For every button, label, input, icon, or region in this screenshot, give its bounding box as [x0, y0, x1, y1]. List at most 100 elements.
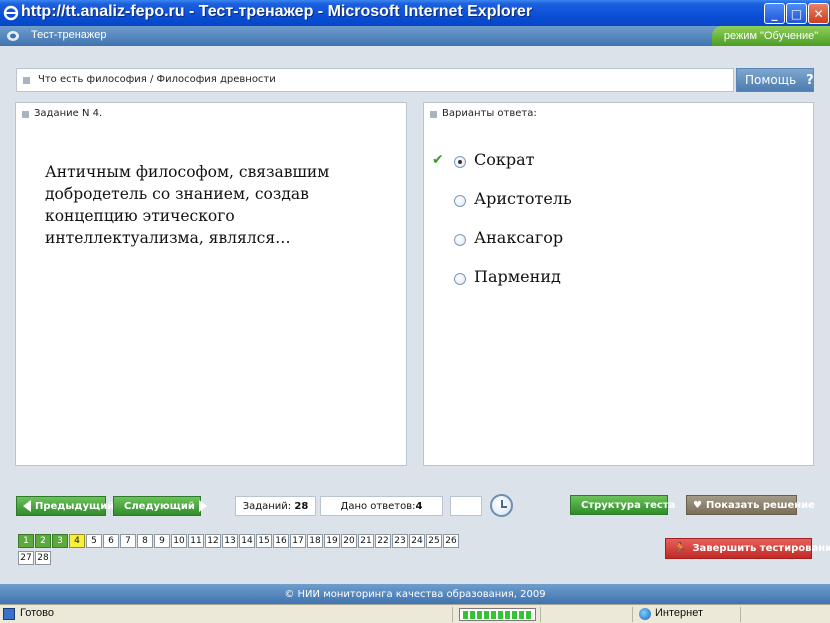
status-bar: Готово Интернет [0, 604, 830, 623]
progress-segment [491, 611, 496, 619]
task-nav-item[interactable]: 12 [205, 534, 221, 548]
answer-label: Аристотель [474, 189, 572, 208]
question-text: Античным философом, связавшим добродетел… [45, 163, 330, 247]
answers-label: Дано ответов: [340, 500, 416, 512]
task-nav-item[interactable]: 23 [392, 534, 408, 548]
task-nav-item[interactable]: 9 [154, 534, 170, 548]
window-title-bar[interactable]: http://tt.analiz-fepo.ru - Тест-тренажер… [0, 0, 830, 26]
progress-segment [526, 611, 531, 619]
task-nav-item[interactable]: 6 [103, 534, 119, 548]
progress-segment [463, 611, 468, 619]
task-nav-item[interactable]: 27 [18, 551, 34, 565]
answer-label: Анаксагор [474, 228, 564, 247]
task-nav-item[interactable]: 22 [375, 534, 391, 548]
answer-panel-header: Варианты ответа: [424, 103, 813, 125]
maximize-button[interactable]: □ [786, 3, 807, 24]
task-nav-item[interactable]: 4 [69, 534, 85, 548]
task-nav-item[interactable]: 24 [409, 534, 425, 548]
task-nav-item[interactable]: 25 [426, 534, 442, 548]
progress-segment [477, 611, 482, 619]
task-nav-item[interactable]: 10 [171, 534, 187, 548]
task-nav-item[interactable]: 26 [443, 534, 459, 548]
mode-badge: режим "Обучение" [712, 26, 830, 46]
task-nav-item[interactable]: 1 [18, 534, 34, 548]
task-nav-item[interactable]: 16 [273, 534, 289, 548]
answers-count-box: Дано ответов: 4 [320, 496, 443, 516]
status-text: Готово [20, 607, 54, 619]
task-nav-item[interactable]: 21 [358, 534, 374, 548]
page-icon [3, 608, 15, 620]
window-title: http://tt.analiz-fepo.ru - Тест-тренажер… [21, 3, 533, 20]
radio-button[interactable] [454, 234, 466, 246]
task-panel: Задание N 4. Античным философом, связавш… [15, 102, 407, 466]
finish-test-button[interactable]: 🏃 Завершить тестирование [665, 538, 830, 559]
app-title: Тест-тренажер [31, 29, 107, 41]
status-divider [452, 607, 453, 622]
footer-copyright: © НИИ мониторинга качества образования, … [0, 584, 830, 604]
task-nav-item[interactable]: 3 [52, 534, 68, 548]
show-solution-button[interactable]: ♥ Показать решение [686, 495, 815, 515]
progress-segment [512, 611, 517, 619]
next-button[interactable]: Следующий [113, 496, 207, 516]
progress-segment [519, 611, 524, 619]
task-nav-item[interactable]: 2 [35, 534, 51, 548]
bullet-icon [430, 111, 437, 118]
answers-title: Варианты ответа: [442, 108, 537, 119]
previous-button[interactable]: Предыдущий [16, 496, 114, 516]
globe-icon [639, 608, 651, 620]
progress-bar [459, 608, 536, 621]
task-nav-item[interactable]: 20 [341, 534, 357, 548]
structure-label: Структура теста [581, 499, 676, 511]
task-nav-item[interactable]: 18 [307, 534, 323, 548]
breadcrumb: Что есть философия / Философия древности [16, 68, 734, 92]
test-structure-button[interactable]: Структура теста [570, 495, 675, 515]
answers-count: 4 [415, 500, 423, 512]
help-label: Помощь [745, 73, 797, 87]
status-divider [740, 607, 741, 622]
answer-option[interactable]: Парменид [424, 267, 804, 291]
timer-box [450, 496, 482, 516]
answer-label: Сократ [474, 150, 535, 169]
app-logo-icon [7, 31, 19, 41]
tasks-count: 28 [294, 500, 309, 512]
answer-option[interactable]: Аристотель [424, 189, 804, 213]
minimize-button[interactable]: _ [764, 3, 785, 24]
bullet-icon [23, 77, 30, 84]
solution-label: Показать решение [705, 499, 815, 511]
arrow-left-icon [23, 500, 31, 512]
status-divider [540, 607, 541, 622]
question-icon: ? [806, 72, 814, 88]
radio-button[interactable] [454, 273, 466, 285]
progress-segment [498, 611, 503, 619]
next-label: Следующий [124, 500, 195, 512]
heart-icon: ♥ [693, 499, 702, 511]
task-nav-item[interactable]: 13 [222, 534, 238, 548]
close-button[interactable]: ✕ [808, 3, 829, 24]
task-nav-item[interactable]: 5 [86, 534, 102, 548]
task-nav-item[interactable]: 15 [256, 534, 272, 548]
answer-option[interactable]: ✔ Сократ [424, 150, 804, 174]
tasks-label: Заданий: [242, 500, 292, 512]
radio-button[interactable] [454, 195, 466, 207]
status-divider [632, 607, 633, 622]
task-panel-header: Задание N 4. [16, 103, 406, 125]
task-nav-item[interactable]: 11 [188, 534, 204, 548]
tasks-count-box: Заданий: 28 [235, 496, 316, 516]
task-nav-item[interactable]: 7 [120, 534, 136, 548]
answer-label: Парменид [474, 267, 561, 286]
task-nav-item[interactable]: 17 [290, 534, 306, 548]
task-nav-item[interactable]: 28 [35, 551, 51, 565]
app-header: Тест-тренажер режим "Обучение" [0, 26, 830, 46]
progress-segment [505, 611, 510, 619]
task-nav-item[interactable]: 8 [137, 534, 153, 548]
breadcrumb-text: Что есть философия / Философия древности [38, 74, 276, 85]
runner-icon: 🏃 [674, 543, 687, 554]
arrow-right-icon [198, 500, 207, 512]
task-nav-item[interactable]: 14 [239, 534, 255, 548]
zone-text: Интернет [655, 607, 703, 619]
task-nav-item[interactable]: 19 [324, 534, 340, 548]
answer-option[interactable]: Анаксагор [424, 228, 804, 252]
help-button[interactable]: Помощь ? [736, 68, 814, 92]
bullet-icon [22, 111, 29, 118]
radio-button[interactable] [454, 156, 466, 168]
